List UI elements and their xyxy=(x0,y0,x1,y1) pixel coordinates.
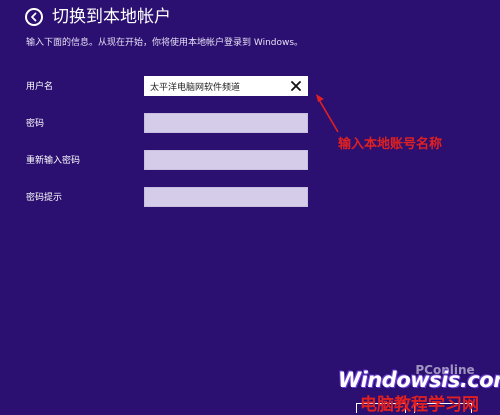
clear-button[interactable] xyxy=(289,79,303,93)
username-field[interactable]: 太平洋电脑网软件频道 xyxy=(144,76,308,96)
username-value: 太平洋电脑网软件频道 xyxy=(150,82,241,93)
close-icon xyxy=(291,81,301,91)
password-hint-label: 密码提示 xyxy=(26,193,63,203)
password-label: 密码 xyxy=(26,119,45,129)
password-field[interactable] xyxy=(144,113,308,133)
password-confirm-label: 重新输入密码 xyxy=(26,156,81,166)
watermark-site-cn: 电脑教程学习网 xyxy=(360,395,479,415)
username-label: 用户名 xyxy=(26,82,54,92)
password-hint-field[interactable] xyxy=(144,187,308,207)
page-title: 切换到本地帐户 xyxy=(52,7,171,27)
back-button[interactable] xyxy=(25,8,43,26)
annotation-text: 输入本地账号名称 xyxy=(338,137,443,152)
password-confirm-field[interactable] xyxy=(144,150,308,170)
page-subtitle: 输入下面的信息。从现在开始，你将使用本地帐户登录到 Windows。 xyxy=(26,38,304,48)
arrow-icon xyxy=(316,94,339,133)
back-arrow-icon xyxy=(31,12,37,22)
watermark-site: Windowsis.com xyxy=(338,368,500,392)
